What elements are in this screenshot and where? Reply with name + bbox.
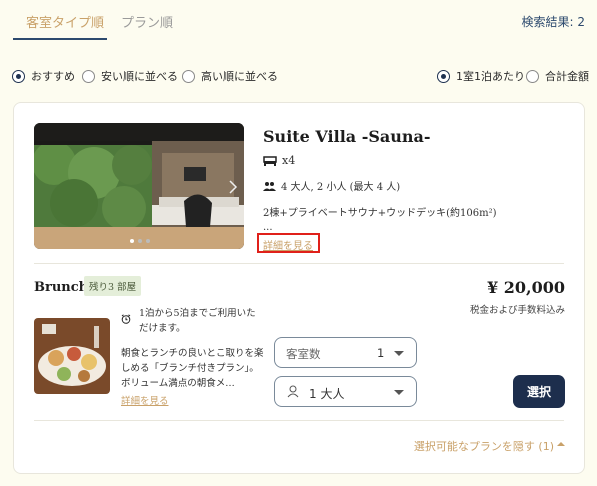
radio-icon[interactable] (526, 69, 539, 83)
room-photo-image (34, 123, 244, 249)
room-capacity: 4 大人, 2 小人 (最大 4 人) (263, 178, 400, 193)
sort-option-label: 安い順に並べる (101, 70, 178, 83)
room-beds-text: x4 (282, 154, 296, 167)
room-description-text: 2棟+プライベートサウナ+ウッドデッキ(約106m²) (263, 208, 497, 219)
search-result-count: 検索結果: 2 (521, 15, 586, 29)
radio-checked-icon[interactable] (437, 69, 450, 83)
remaining-rooms-badge: 残り3 部屋 (84, 276, 142, 296)
chevron-down-icon (394, 390, 404, 395)
bed-icon (263, 155, 277, 166)
plan-photo-image (34, 318, 110, 394)
room-photo[interactable] (34, 123, 244, 249)
plan-price: ¥ 20,000 (487, 278, 565, 297)
plan-divider (34, 420, 564, 421)
guest-count-value: 1 大人 (309, 387, 345, 401)
tab-room-type-order[interactable]: 客室タイプ順 (26, 12, 104, 31)
room-card: Suite Villa -Sauna- x4 4 大人, 2 小人 (最大 4 … (13, 102, 585, 474)
radio-icon[interactable] (182, 69, 195, 83)
sort-tabs: 客室タイプ順 プラン順 検索結果: 2 (0, 0, 597, 42)
tab-plan-order[interactable]: プラン順 (121, 12, 173, 31)
active-tab-underline (13, 38, 107, 40)
room-count-value: 1 (377, 346, 385, 360)
person-icon (287, 385, 299, 398)
room-capacity-text: 4 大人, 2 小人 (最大 4 人) (281, 182, 401, 193)
radio-checked-icon[interactable] (12, 69, 25, 83)
sort-option-label: 高い順に並べる (201, 70, 278, 83)
hide-plans-toggle[interactable]: 選択可能なプランを隠す (1) (414, 438, 554, 454)
chevron-down-icon (394, 351, 404, 356)
stay-length-note: 1泊から5泊までご利用いただけます。 (139, 308, 256, 334)
sort-option-price-asc[interactable]: 安い順に並べる (82, 68, 178, 84)
room-count-label: 客室数 (286, 347, 321, 361)
room-detail-link[interactable]: 詳細を見る (263, 237, 313, 252)
plan-description: 朝食とランチの良いとこ取りを楽しめる「ブランチ付きプラン」。ボリューム満点の朝食… (121, 348, 264, 389)
plan-detail-link[interactable]: 詳細を見る (121, 393, 169, 407)
price-mode-total[interactable]: 合計金額 (526, 68, 589, 84)
room-title: Suite Villa -Sauna- (263, 127, 431, 146)
chevron-up-icon[interactable] (557, 442, 565, 446)
people-icon (263, 181, 276, 191)
room-description: 2棟+プライベートサウナ+ウッドデッキ(約106m²) ... (263, 207, 523, 235)
room-divider (34, 263, 564, 264)
sort-option-recommended[interactable]: おすすめ (12, 68, 75, 84)
plan-photo[interactable] (34, 318, 110, 394)
room-count-select[interactable]: 客室数 1 (274, 337, 417, 368)
price-mode-per-night[interactable]: 1室1泊あたり (437, 68, 525, 84)
plan-title: Brunch (34, 280, 89, 295)
sort-option-label: おすすめ (31, 70, 75, 83)
price-mode-label: 合計金額 (545, 70, 589, 83)
price-mode-label: 1室1泊あたり (456, 70, 525, 83)
sort-option-price-desc[interactable]: 高い順に並べる (182, 68, 278, 84)
room-beds: x4 (263, 154, 295, 167)
guest-count-select[interactable]: 1 大人 (274, 376, 417, 407)
radio-icon[interactable] (82, 69, 95, 83)
alarm-clock-icon (121, 314, 131, 324)
select-plan-button[interactable]: 選択 (513, 375, 565, 408)
price-note: 税金および手数料込み (469, 305, 565, 316)
